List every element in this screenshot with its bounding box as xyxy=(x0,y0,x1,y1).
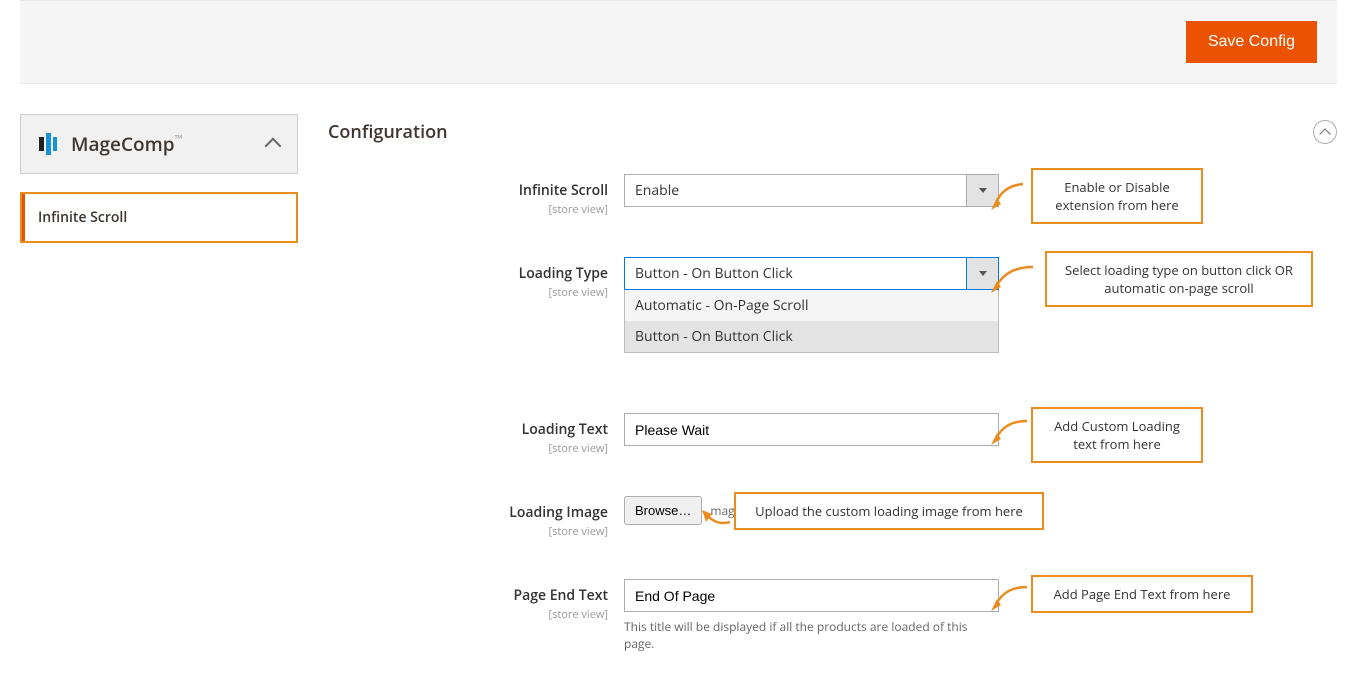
help-text: This title will be displayed if all the … xyxy=(624,618,994,652)
sidebar-section-magecomp[interactable]: MageComp™ xyxy=(20,114,298,174)
label-loading-text: Loading Text xyxy=(522,420,608,439)
label-infinite-scroll: Infinite Scroll xyxy=(519,181,608,200)
chevron-down-icon xyxy=(979,188,987,193)
scope-label: [store view] xyxy=(328,441,608,456)
dropdown-options: Automatic - On-Page Scroll Button - On B… xyxy=(624,290,999,353)
dropdown-arrow-button[interactable] xyxy=(966,174,999,207)
select-value: Enable xyxy=(635,181,679,200)
chevron-down-icon xyxy=(979,271,987,276)
select-infinite-scroll[interactable]: Enable xyxy=(624,174,999,207)
scope-label: [store view] xyxy=(328,524,608,539)
annotation-loading-type: Select loading type on button click OR a… xyxy=(1045,251,1313,307)
dropdown-option[interactable]: Button - On Button Click xyxy=(625,321,998,352)
annotation-page-end-text: Add Page End Text from here xyxy=(1031,575,1253,613)
scope-label: [store view] xyxy=(328,285,608,300)
scope-label: [store view] xyxy=(328,202,608,217)
annotation-loading-text: Add Custom Loading text from here xyxy=(1031,407,1203,463)
annotation-loading-image: Upload the custom loading image from her… xyxy=(734,492,1044,530)
input-loading-text[interactable] xyxy=(624,413,999,446)
label-page-end-text: Page End Text xyxy=(514,586,608,605)
browse-button[interactable]: Browse… xyxy=(624,496,702,525)
save-config-button[interactable]: Save Config xyxy=(1186,21,1317,63)
brand-name: MageComp™ xyxy=(71,131,182,157)
collapse-section-button[interactable] xyxy=(1313,120,1337,144)
main-content: Configuration Infinite Scroll [store vie… xyxy=(328,114,1337,652)
annotation-infinite-scroll: Enable or Disable extension from here xyxy=(1031,168,1203,224)
sidebar-item-infinite-scroll[interactable]: Infinite Scroll xyxy=(20,192,298,243)
chevron-up-icon xyxy=(265,138,282,155)
section-title: Configuration xyxy=(328,120,448,144)
label-loading-type: Loading Type xyxy=(519,264,608,283)
dropdown-arrow-button[interactable] xyxy=(966,257,999,290)
dropdown-option[interactable]: Automatic - On-Page Scroll xyxy=(625,290,998,321)
sidebar: MageComp™ Infinite Scroll xyxy=(20,114,298,652)
chevron-up-icon xyxy=(1319,128,1330,139)
scope-label: [store view] xyxy=(328,607,608,622)
select-value: Button - On Button Click xyxy=(635,264,793,283)
input-page-end-text[interactable] xyxy=(624,579,999,612)
magecomp-logo-icon xyxy=(39,133,63,155)
label-loading-image: Loading Image xyxy=(509,503,608,522)
select-loading-type[interactable]: Button - On Button Click xyxy=(624,257,999,290)
